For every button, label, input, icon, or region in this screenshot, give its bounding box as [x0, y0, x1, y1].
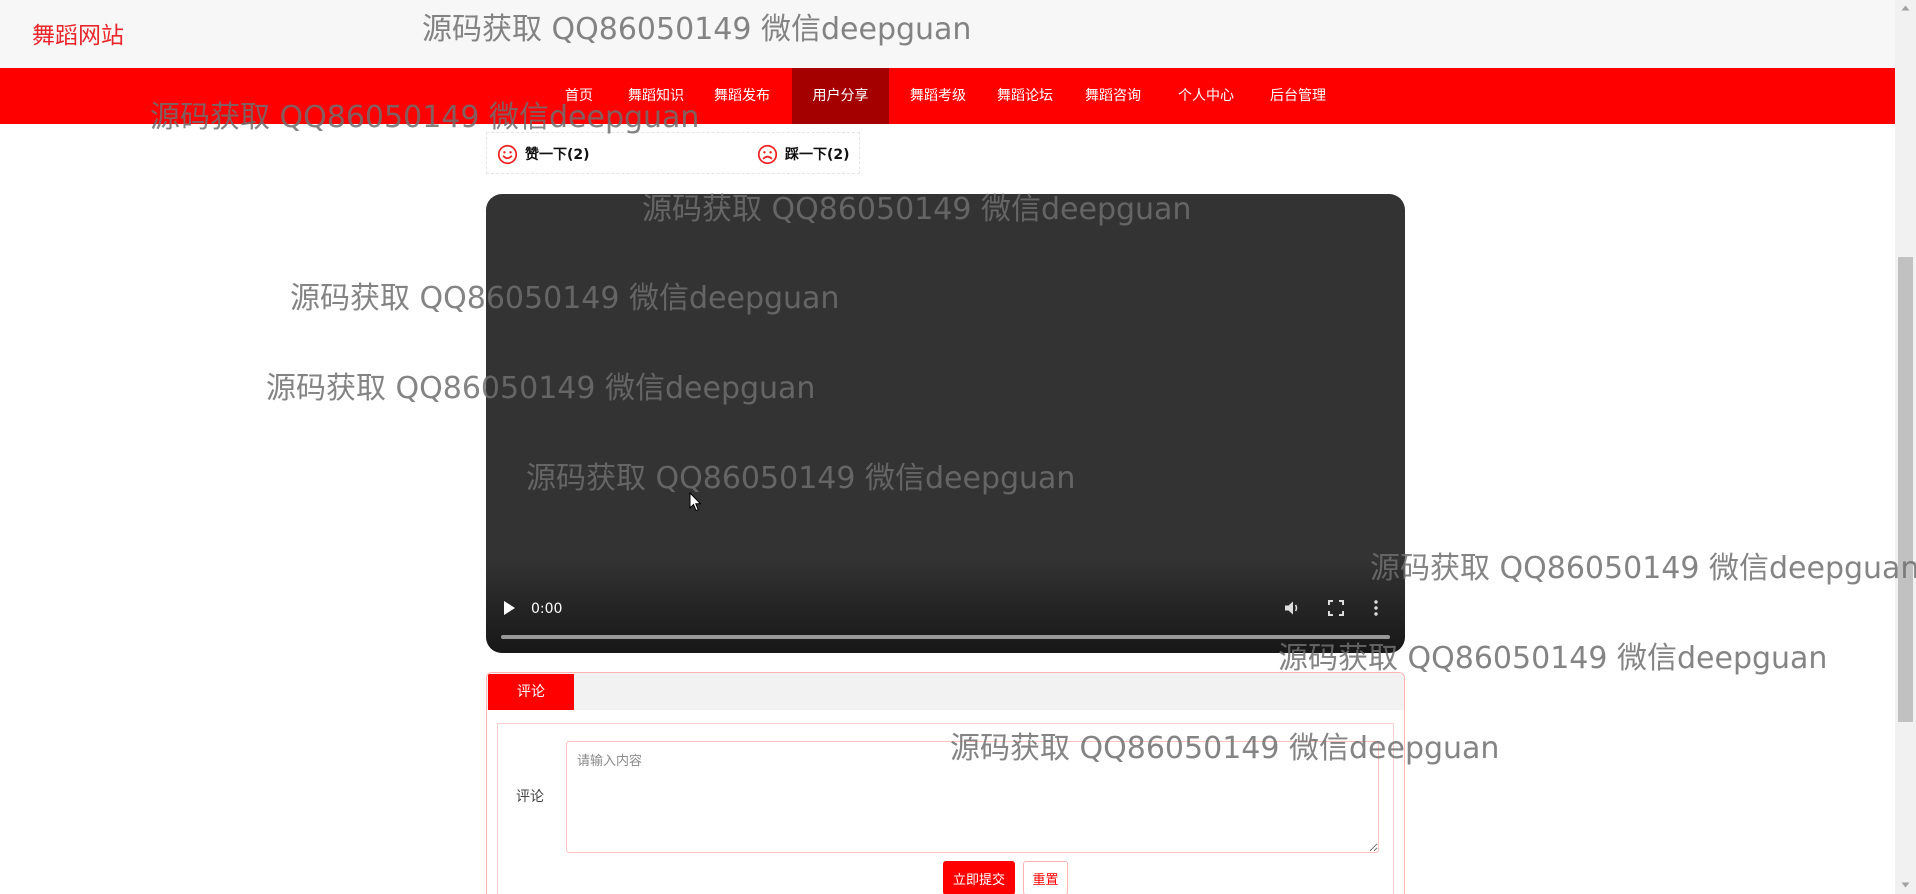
like-label: 赞一下(2)	[525, 147, 590, 163]
nav-item-dance-knowledge[interactable]: 舞蹈知识	[616, 68, 696, 124]
comment-textarea[interactable]	[566, 741, 1379, 853]
more-vert-icon[interactable]	[1373, 599, 1379, 617]
nav-item-dance-grading[interactable]: 舞蹈考级	[898, 68, 978, 124]
nav-item-user-share[interactable]: 用户分享	[792, 68, 889, 124]
scrollbar-thumb[interactable]	[1898, 257, 1913, 722]
mouse-cursor-icon	[689, 492, 702, 512]
tab-comment[interactable]: 评论	[488, 674, 574, 710]
nav-item-personal-center[interactable]: 个人中心	[1164, 68, 1248, 124]
scroll-down-arrow-icon[interactable]	[1901, 882, 1910, 888]
video-time: 0:00	[531, 601, 563, 617]
video-controls: 0:00	[486, 558, 1405, 653]
video-player[interactable]: 0:00	[486, 194, 1405, 653]
nav-item-dance-forum[interactable]: 舞蹈论坛	[985, 68, 1065, 124]
submit-button[interactable]: 立即提交	[943, 861, 1015, 894]
nav-item-admin[interactable]: 后台管理	[1256, 68, 1340, 124]
scroll-up-arrow-icon[interactable]	[1901, 5, 1910, 11]
main-nav: 首页 舞蹈知识 舞蹈发布 用户分享 舞蹈考级 舞蹈论坛 舞蹈咨询 个人中心 后台…	[0, 68, 1895, 124]
nav-item-dance-publish[interactable]: 舞蹈发布	[702, 68, 782, 124]
reset-button[interactable]: 重置	[1023, 861, 1068, 894]
like-button[interactable]: 赞一下(2)	[497, 144, 590, 164]
comment-panel: 评论 评论 立即提交 重置	[486, 672, 1405, 894]
fullscreen-icon[interactable]	[1327, 599, 1345, 617]
dislike-label: 踩一下(2)	[785, 147, 850, 163]
comment-tabs: 评论	[487, 673, 1404, 710]
site-title[interactable]: 舞蹈网站	[32, 16, 124, 50]
smile-icon	[497, 144, 518, 164]
frown-icon	[757, 144, 778, 164]
comment-form: 评论 立即提交 重置	[497, 723, 1394, 894]
nav-item-home[interactable]: 首页	[556, 68, 602, 124]
video-progress-bar[interactable]	[501, 635, 1390, 639]
vote-box: 赞一下(2) 踩一下(2)	[486, 132, 860, 174]
volume-icon[interactable]	[1283, 599, 1301, 617]
comment-field-label: 评论	[516, 789, 544, 805]
dislike-button[interactable]: 踩一下(2)	[757, 144, 850, 164]
watermark: 源码获取 QQ86050149 微信deepguan	[1370, 551, 1916, 586]
play-icon[interactable]	[502, 600, 516, 616]
nav-item-dance-consult[interactable]: 舞蹈咨询	[1073, 68, 1153, 124]
top-header: 舞蹈网站	[0, 0, 1895, 68]
